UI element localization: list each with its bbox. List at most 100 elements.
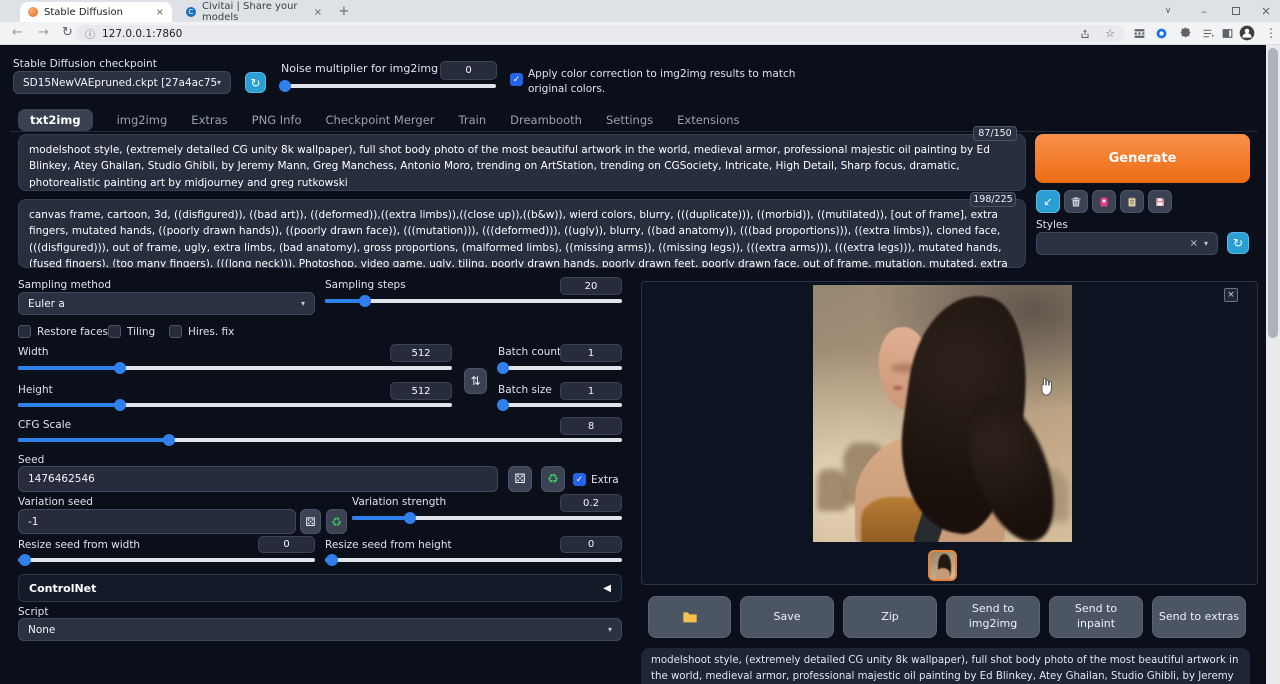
swap-dimensions-button[interactable]: ⇅ [464,368,487,394]
save-style-button[interactable] [1148,190,1172,213]
hires-fix-checkbox[interactable] [169,325,182,338]
noise-multiplier-value[interactable]: 0 [440,61,497,80]
reload-icon[interactable]: ↻ [62,25,73,41]
tab-train[interactable]: Train [459,113,487,127]
media-control-icon[interactable] [1152,24,1170,42]
minimize-button[interactable]: – [1190,0,1218,22]
profile-avatar[interactable] [1238,24,1256,42]
clear-styles-icon[interactable]: × [1190,238,1198,249]
tab-img2img[interactable]: img2img [117,113,168,127]
script-dropdown[interactable]: None ▾ [18,618,622,641]
slider-thumb[interactable] [163,434,175,446]
seed-input[interactable]: 1476462546 [18,466,498,492]
open-folder-button[interactable] [648,596,731,638]
cfg-scale-value[interactable]: 8 [560,417,622,435]
paste-params-button[interactable]: ↙ [1036,190,1060,213]
tab-png-info[interactable]: PNG Info [252,113,302,127]
apply-styles-button[interactable] [1120,190,1144,213]
resize-seed-width-value[interactable]: 0 [258,536,315,553]
sampling-method-dropdown[interactable]: Euler a ▾ [18,292,315,315]
send-to-img2img-button[interactable]: Send to img2img [946,596,1040,638]
width-value[interactable]: 512 [390,344,452,362]
height-slider[interactable] [18,403,452,407]
slider-thumb[interactable] [279,80,291,92]
variation-strength-value[interactable]: 0.2 [560,494,622,512]
random-seed-button[interactable]: ⚄ [508,466,532,492]
styles-dropdown[interactable]: × ▾ [1036,232,1218,255]
extensions-puzzle-icon[interactable] [1176,24,1194,42]
tab-settings[interactable]: Settings [606,113,653,127]
new-tab-button[interactable]: + [336,3,352,19]
bookmark-star-icon[interactable]: ☆ [1105,27,1115,40]
variation-seed-input[interactable]: -1 [18,509,296,534]
send-to-extras-button[interactable]: Send to extras [1152,596,1246,638]
batch-count-slider[interactable] [498,366,622,370]
slider-thumb[interactable] [19,554,31,566]
sampling-steps-value[interactable]: 20 [560,277,622,295]
batch-size-value[interactable]: 1 [560,382,622,400]
side-panel-icon[interactable] [1218,24,1236,42]
save-button[interactable]: Save [740,596,834,638]
reading-list-icon[interactable] [1199,24,1217,42]
slider-thumb[interactable] [114,362,126,374]
browser-tab-civitai[interactable]: C Civitai | Share your models × [178,2,330,22]
clear-prompt-button[interactable] [1064,190,1088,213]
browser-menu-icon[interactable]: ⋮ [1262,24,1280,42]
variation-strength-slider[interactable] [352,516,622,520]
slider-thumb[interactable] [114,399,126,411]
site-info-icon[interactable]: ⓘ [85,26,95,41]
tiling-checkbox[interactable] [108,325,121,338]
tab-checkpoint-merger[interactable]: Checkpoint Merger [326,113,435,127]
resize-seed-width-slider[interactable] [18,558,315,562]
height-value[interactable]: 512 [390,382,452,400]
zip-button[interactable]: Zip [843,596,937,638]
generate-button[interactable]: Generate [1035,134,1250,183]
variation-reuse-seed-button[interactable]: ♻ [326,509,347,534]
slider-thumb[interactable] [359,295,371,307]
checkpoint-dropdown[interactable]: SD15NewVAEpruned.ckpt [27a4ac756c] ▾ [13,71,231,94]
window-close-button[interactable]: × [1252,0,1280,22]
address-bar[interactable]: ⓘ 127.0.0.1:7860 ☆ [75,25,1125,42]
maximize-button[interactable] [1222,0,1250,22]
share-icon[interactable] [1079,28,1091,40]
batch-count-value[interactable]: 1 [560,344,622,362]
window-menu-chevron[interactable]: ∨ [1154,0,1182,22]
prompt-textarea[interactable]: modelshoot style, (extremely detailed CG… [18,134,1026,191]
noise-multiplier-slider[interactable] [281,84,496,88]
extension-grid-icon[interactable] [1130,24,1148,42]
tab-extensions[interactable]: Extensions [677,113,739,127]
resize-seed-height-slider[interactable] [325,558,622,562]
checkpoint-refresh-button[interactable]: ↻ [245,72,266,93]
tab-dreambooth[interactable]: Dreambooth [510,113,582,127]
extra-seed-checkbox[interactable]: ✓ [573,473,586,486]
send-to-inpaint-button[interactable]: Send to inpaint [1049,596,1143,638]
restore-faces-checkbox[interactable] [18,325,31,338]
tab-close-icon[interactable]: × [304,7,322,18]
sampling-steps-slider[interactable] [325,299,622,303]
slider-thumb[interactable] [497,399,509,411]
variation-random-seed-button[interactable]: ⚄ [300,509,321,534]
tab-close-icon[interactable]: × [146,7,164,18]
slider-thumb[interactable] [404,512,416,524]
cfg-scale-slider[interactable] [18,438,622,442]
generated-image[interactable] [813,285,1072,542]
slider-thumb[interactable] [326,554,338,566]
width-slider[interactable] [18,366,452,370]
color-correction-checkbox[interactable]: ✓ [510,73,523,86]
tab-extras[interactable]: Extras [191,113,227,127]
reuse-seed-button[interactable]: ♻ [541,466,565,492]
slider-thumb[interactable] [497,362,509,374]
scrollbar-thumb[interactable] [1268,48,1278,338]
resize-seed-height-value[interactable]: 0 [560,536,622,553]
styles-refresh-button[interactable]: ↻ [1227,232,1249,254]
controlnet-accordion[interactable]: ControlNet ◀ [18,574,622,602]
browser-tab-stable-diffusion[interactable]: Stable Diffusion × [20,2,172,22]
batch-size-slider[interactable] [498,403,622,407]
close-preview-button[interactable]: × [1224,288,1238,302]
gallery-thumbnail[interactable] [928,550,957,581]
negative-prompt-textarea[interactable]: canvas frame, cartoon, 3d, ((disfigured)… [18,199,1026,268]
tab-txt2img[interactable]: txt2img [18,109,93,131]
extra-networks-button[interactable] [1092,190,1116,213]
forward-icon[interactable]: → [38,25,49,41]
back-icon[interactable]: ← [12,25,23,41]
